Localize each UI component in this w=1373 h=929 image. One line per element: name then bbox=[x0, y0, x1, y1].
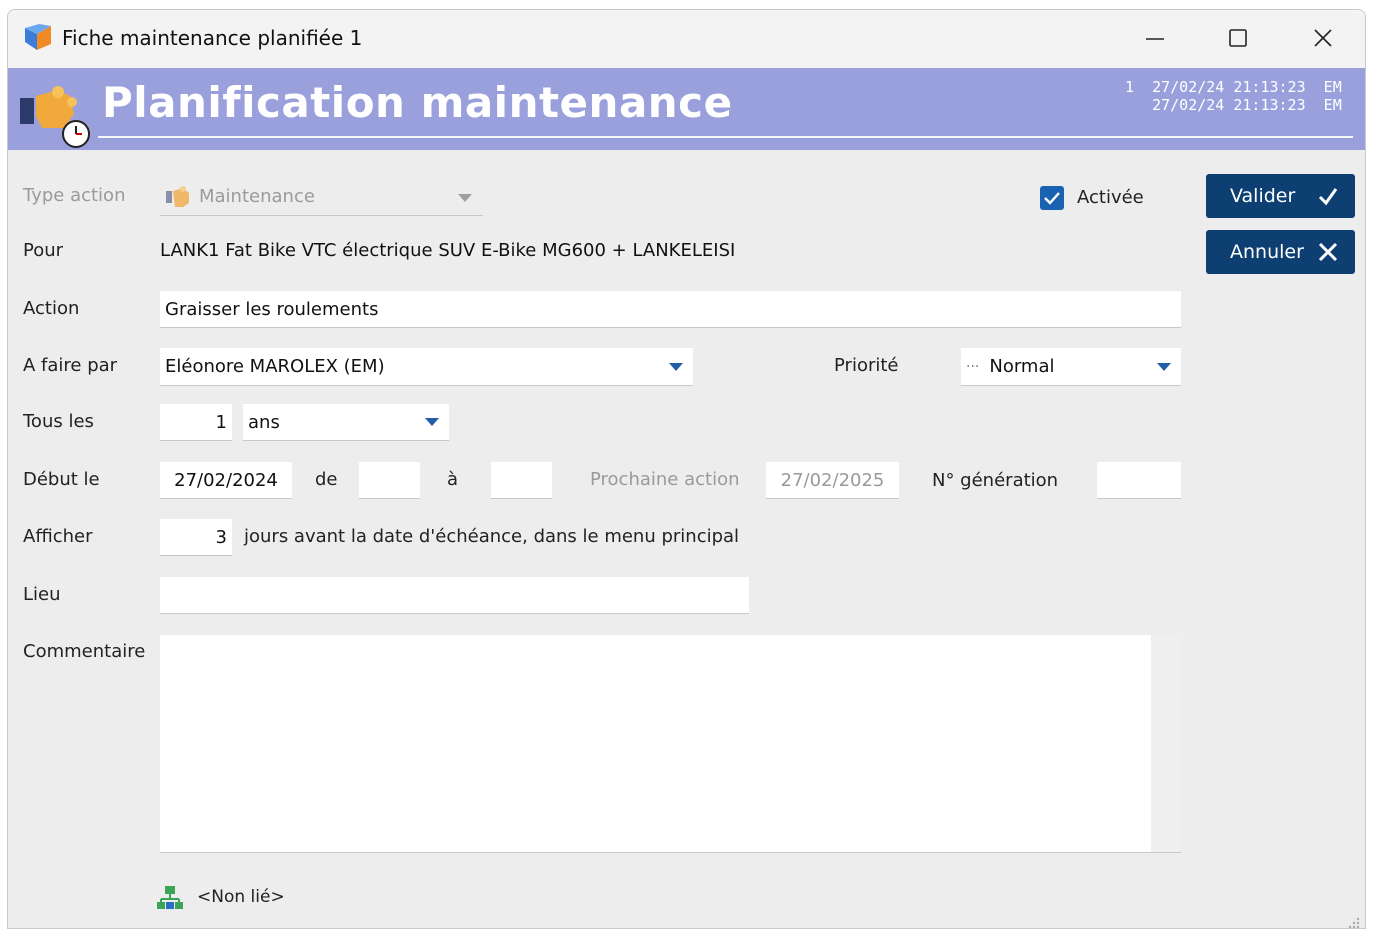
annuler-label: Annuler bbox=[1230, 241, 1304, 263]
n-generation-input[interactable] bbox=[1097, 462, 1181, 499]
close-button[interactable] bbox=[1303, 22, 1343, 54]
tous-les-unit-select[interactable]: ans bbox=[243, 404, 449, 441]
maximize-icon bbox=[1229, 29, 1247, 47]
page-title: Planification maintenance bbox=[102, 78, 733, 127]
priorite-value: Normal bbox=[989, 356, 1055, 377]
tous-les-unit-value: ans bbox=[248, 411, 280, 433]
chevron-down-icon[interactable] bbox=[1157, 363, 1171, 371]
commentaire-scrollbar[interactable] bbox=[1151, 635, 1181, 852]
lieu-input[interactable] bbox=[160, 577, 749, 614]
hierarchy-link-icon[interactable] bbox=[156, 884, 184, 912]
maximize-button[interactable] bbox=[1218, 22, 1258, 54]
maintenance-window: Fiche maintenance planifiée 1 Planificat… bbox=[7, 9, 1366, 929]
chevron-down-icon[interactable] bbox=[425, 418, 439, 426]
maintenance-schedule-icon bbox=[20, 86, 90, 148]
afficher-label: Afficher bbox=[23, 526, 93, 547]
app-logo-icon bbox=[25, 24, 51, 50]
maintenance-type-icon bbox=[166, 185, 189, 207]
check-icon bbox=[1318, 188, 1338, 206]
valider-label: Valider bbox=[1230, 185, 1296, 207]
banner-underline bbox=[98, 136, 1353, 138]
type-action-select: Maintenance bbox=[160, 178, 483, 216]
annuler-button[interactable]: Annuler bbox=[1206, 230, 1355, 274]
link-status-text[interactable]: <Non lié> bbox=[197, 887, 285, 907]
commentaire-label: Commentaire bbox=[23, 641, 146, 662]
pour-label: Pour bbox=[23, 240, 64, 261]
debut-le-input[interactable]: 27/02/2024 bbox=[160, 462, 292, 499]
checkmark-icon bbox=[1044, 192, 1060, 205]
afficher-suffix-text: jours avant la date d'échéance, dans le … bbox=[244, 526, 740, 547]
de-time-input[interactable] bbox=[359, 462, 420, 499]
chevron-down-icon bbox=[458, 194, 472, 202]
prochaine-action-input: 27/02/2025 bbox=[766, 462, 899, 499]
stamp-line-modified: 27/02/24 21:13:23 EM bbox=[1125, 96, 1342, 114]
action-value: Graisser les roulements bbox=[165, 298, 379, 320]
de-label: de bbox=[315, 469, 338, 490]
a-label: à bbox=[447, 469, 459, 490]
valider-button[interactable]: Valider bbox=[1206, 174, 1355, 218]
title-bar: Fiche maintenance planifiée 1 bbox=[8, 10, 1365, 68]
priorite-label: Priorité bbox=[834, 355, 899, 376]
priority-dots-icon: ··· bbox=[966, 358, 980, 375]
chevron-down-icon[interactable] bbox=[669, 363, 683, 371]
type-action-value: Maintenance bbox=[199, 186, 315, 207]
resize-grip-icon[interactable] bbox=[1345, 916, 1361, 928]
afficher-days-input[interactable]: 3 bbox=[160, 519, 232, 556]
afficher-days-value: 3 bbox=[215, 526, 227, 548]
a-time-input[interactable] bbox=[491, 462, 552, 499]
stamp-line-created: 1 27/02/24 21:13:23 EM bbox=[1125, 78, 1342, 96]
a-faire-par-label: A faire par bbox=[23, 355, 118, 376]
header-banner: Planification maintenance 1 27/02/24 21:… bbox=[8, 68, 1365, 150]
window-title: Fiche maintenance planifiée 1 bbox=[62, 26, 363, 50]
priorite-select[interactable]: ··· Normal bbox=[961, 348, 1181, 386]
type-action-label: Type action bbox=[23, 185, 126, 206]
cancel-x-icon bbox=[1318, 242, 1338, 262]
prochaine-action-label: Prochaine action bbox=[590, 469, 740, 490]
a-faire-par-select[interactable]: Eléonore MAROLEX (EM) bbox=[160, 348, 693, 386]
tous-les-count-input[interactable]: 1 bbox=[160, 404, 232, 441]
close-icon bbox=[1314, 29, 1332, 47]
activee-checkbox[interactable] bbox=[1040, 186, 1064, 210]
action-label: Action bbox=[23, 298, 80, 319]
tous-les-label: Tous les bbox=[23, 411, 94, 432]
prochaine-action-value: 27/02/2025 bbox=[780, 469, 885, 491]
debut-le-value: 27/02/2024 bbox=[174, 469, 278, 491]
action-input[interactable]: Graisser les roulements bbox=[160, 291, 1181, 328]
lieu-label: Lieu bbox=[23, 584, 61, 605]
a-faire-par-value: Eléonore MAROLEX (EM) bbox=[165, 356, 385, 377]
tous-les-count-value: 1 bbox=[215, 411, 227, 433]
record-stamp: 1 27/02/24 21:13:23 EM 27/02/24 21:13:23… bbox=[1125, 78, 1342, 114]
commentaire-textarea[interactable] bbox=[160, 635, 1181, 853]
activee-label: Activée bbox=[1077, 187, 1144, 208]
debut-le-label: Début le bbox=[23, 469, 100, 490]
minimize-button[interactable] bbox=[1135, 22, 1175, 54]
pour-value: LANK1 Fat Bike VTC électrique SUV E-Bike… bbox=[160, 240, 736, 261]
n-generation-label: N° génération bbox=[932, 470, 1059, 491]
minimize-icon bbox=[1146, 38, 1164, 40]
